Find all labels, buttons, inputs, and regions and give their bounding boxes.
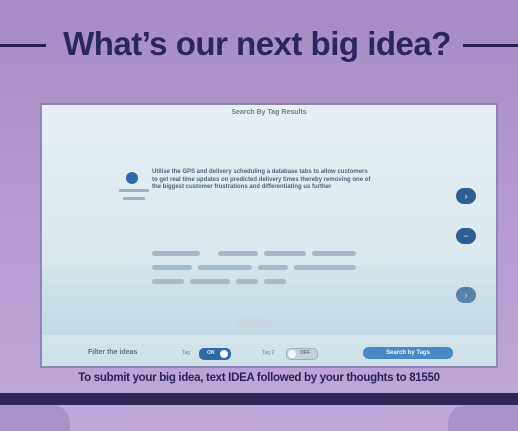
collapse-button[interactable]: − (456, 228, 476, 244)
idea-bullet-icon (126, 172, 138, 184)
page-headline: What’s our next big idea? (63, 25, 451, 62)
tag-chip[interactable] (198, 265, 252, 270)
next-idea-button[interactable]: › (456, 188, 476, 204)
tag1-toggle[interactable]: ON (199, 348, 231, 360)
search-by-tags-button[interactable]: Search by Tags (363, 347, 453, 359)
tag-chip[interactable] (152, 251, 200, 256)
toggle-knob (220, 350, 228, 358)
tag-chip[interactable] (190, 279, 230, 284)
stand-left (0, 405, 70, 431)
filter-label: Filter the ideas (88, 349, 138, 356)
title-rule-right (463, 44, 518, 47)
tag-chip[interactable] (218, 251, 258, 256)
screen-title: Search By Tag Results (231, 109, 307, 116)
idea-meta-line (123, 197, 145, 200)
tag-chip[interactable] (294, 265, 356, 270)
tag-chip[interactable] (152, 265, 192, 270)
tag-chip[interactable] (264, 251, 306, 256)
tag2-toggle[interactable]: OFF (286, 348, 318, 360)
toggle-knob (288, 350, 296, 358)
tag-chip[interactable] (264, 279, 286, 284)
filter-bar: Filter the ideas Tag ON Tag 2 OFF Search… (42, 344, 496, 364)
display-screen: Search By Tag Results Utilise the GPS an… (40, 103, 498, 368)
footer-band (0, 393, 518, 405)
tag-chip[interactable] (236, 279, 258, 284)
title-rule-left (0, 44, 46, 47)
tag-chip[interactable] (152, 279, 184, 284)
tag-chip[interactable] (258, 265, 288, 270)
tag2-label: Tag 2 (262, 350, 275, 356)
stand-right (448, 405, 518, 431)
idea-meta-line (119, 189, 149, 192)
tag1-toggle-state: ON (207, 350, 215, 356)
tag1-label: Tag (182, 350, 191, 356)
submit-instructions: To submit your big idea, text IDEA follo… (78, 372, 440, 384)
idea-text: Utilise the GPS and delivery scheduling … (152, 169, 371, 191)
tag2-toggle-state: OFF (300, 350, 310, 356)
tag-chip[interactable] (312, 251, 356, 256)
pager-indicator[interactable] (237, 319, 271, 329)
